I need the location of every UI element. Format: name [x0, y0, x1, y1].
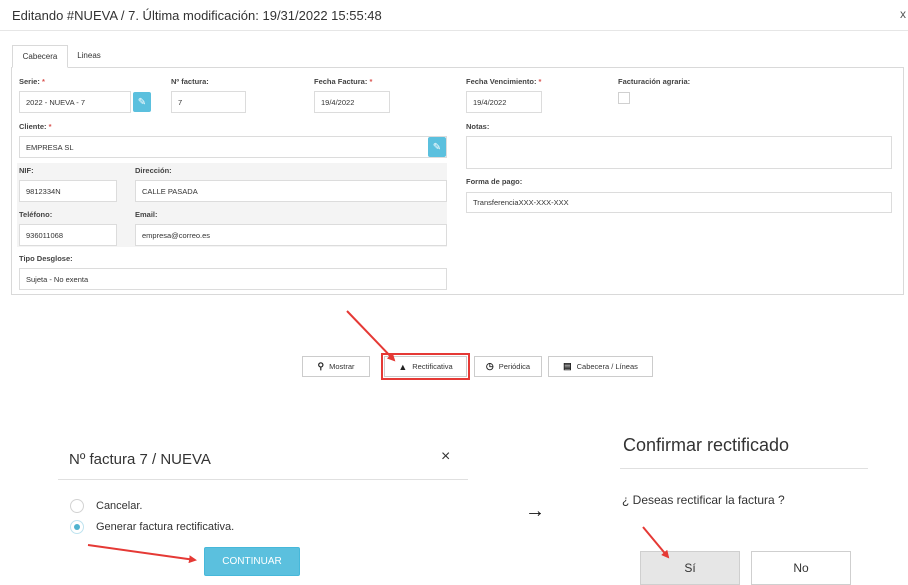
annotation-arrow-rectificativa: [346, 310, 396, 362]
tab-cabecera[interactable]: Cabecera: [12, 45, 68, 68]
annotation-arrow-continuar: [87, 544, 197, 564]
annotation-arrows: [87, 310, 670, 564]
tab-label: Cabecera: [22, 52, 58, 61]
annotation-arrow-si: [642, 526, 670, 559]
